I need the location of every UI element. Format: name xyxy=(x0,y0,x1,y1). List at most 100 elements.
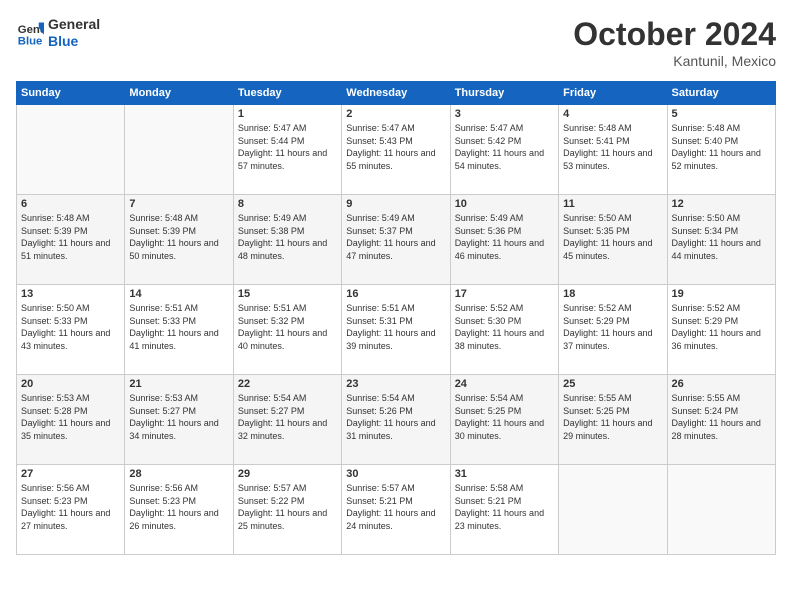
day-number: 22 xyxy=(238,378,337,390)
cell-content: Sunrise: 5:56 AM Sunset: 5:23 PM Dayligh… xyxy=(129,482,228,532)
calendar-cell: 20 Sunrise: 5:53 AM Sunset: 5:28 PM Dayl… xyxy=(17,375,125,465)
sunrise: Sunrise: 5:49 AM xyxy=(346,213,415,223)
calendar-cell xyxy=(559,465,667,555)
calendar-cell: 3 Sunrise: 5:47 AM Sunset: 5:42 PM Dayli… xyxy=(450,105,558,195)
day-number: 10 xyxy=(455,198,554,210)
calendar-cell: 4 Sunrise: 5:48 AM Sunset: 5:41 PM Dayli… xyxy=(559,105,667,195)
calendar-cell: 18 Sunrise: 5:52 AM Sunset: 5:29 PM Dayl… xyxy=(559,285,667,375)
cell-content: Sunrise: 5:51 AM Sunset: 5:32 PM Dayligh… xyxy=(238,302,337,352)
daylight: Daylight: 11 hours and 52 minutes. xyxy=(672,148,761,171)
cell-content: Sunrise: 5:49 AM Sunset: 5:38 PM Dayligh… xyxy=(238,212,337,262)
sunset: Sunset: 5:40 PM xyxy=(672,136,739,146)
daylight: Daylight: 11 hours and 26 minutes. xyxy=(129,508,218,531)
sunrise: Sunrise: 5:52 AM xyxy=(563,303,632,313)
daylight: Daylight: 11 hours and 45 minutes. xyxy=(563,238,652,261)
day-number: 5 xyxy=(672,108,771,120)
day-number: 17 xyxy=(455,288,554,300)
svg-text:Blue: Blue xyxy=(18,35,43,47)
daylight: Daylight: 11 hours and 48 minutes. xyxy=(238,238,327,261)
sunset: Sunset: 5:25 PM xyxy=(455,406,522,416)
daylight: Daylight: 11 hours and 32 minutes. xyxy=(238,418,327,441)
daylight: Daylight: 11 hours and 28 minutes. xyxy=(672,418,761,441)
sunrise: Sunrise: 5:54 AM xyxy=(455,393,524,403)
cell-content: Sunrise: 5:54 AM Sunset: 5:25 PM Dayligh… xyxy=(455,392,554,442)
day-number: 20 xyxy=(21,378,120,390)
daylight: Daylight: 11 hours and 41 minutes. xyxy=(129,328,218,351)
day-number: 9 xyxy=(346,198,445,210)
sunset: Sunset: 5:39 PM xyxy=(129,226,196,236)
sunset: Sunset: 5:21 PM xyxy=(455,496,522,506)
sunset: Sunset: 5:44 PM xyxy=(238,136,305,146)
daylight: Daylight: 11 hours and 57 minutes. xyxy=(238,148,327,171)
logo-text-general: General xyxy=(48,16,100,33)
calendar-cell: 1 Sunrise: 5:47 AM Sunset: 5:44 PM Dayli… xyxy=(233,105,341,195)
day-number: 11 xyxy=(563,198,662,210)
daylight: Daylight: 11 hours and 54 minutes. xyxy=(455,148,544,171)
day-number: 15 xyxy=(238,288,337,300)
calendar-cell: 27 Sunrise: 5:56 AM Sunset: 5:23 PM Dayl… xyxy=(17,465,125,555)
cell-content: Sunrise: 5:47 AM Sunset: 5:44 PM Dayligh… xyxy=(238,122,337,172)
weekday-header: Saturday xyxy=(667,82,775,105)
calendar-cell: 22 Sunrise: 5:54 AM Sunset: 5:27 PM Dayl… xyxy=(233,375,341,465)
sunset: Sunset: 5:43 PM xyxy=(346,136,413,146)
sunset: Sunset: 5:37 PM xyxy=(346,226,413,236)
daylight: Daylight: 11 hours and 23 minutes. xyxy=(455,508,544,531)
location: Kantunil, Mexico xyxy=(573,53,776,69)
sunset: Sunset: 5:39 PM xyxy=(21,226,88,236)
day-number: 16 xyxy=(346,288,445,300)
cell-content: Sunrise: 5:52 AM Sunset: 5:29 PM Dayligh… xyxy=(563,302,662,352)
day-number: 12 xyxy=(672,198,771,210)
sunrise: Sunrise: 5:50 AM xyxy=(21,303,90,313)
daylight: Daylight: 11 hours and 46 minutes. xyxy=(455,238,544,261)
calendar-cell: 9 Sunrise: 5:49 AM Sunset: 5:37 PM Dayli… xyxy=(342,195,450,285)
sunrise: Sunrise: 5:48 AM xyxy=(672,123,741,133)
sunrise: Sunrise: 5:58 AM xyxy=(455,483,524,493)
calendar-cell xyxy=(125,105,233,195)
day-number: 4 xyxy=(563,108,662,120)
cell-content: Sunrise: 5:49 AM Sunset: 5:36 PM Dayligh… xyxy=(455,212,554,262)
sunset: Sunset: 5:23 PM xyxy=(21,496,88,506)
day-number: 3 xyxy=(455,108,554,120)
cell-content: Sunrise: 5:50 AM Sunset: 5:34 PM Dayligh… xyxy=(672,212,771,262)
sunset: Sunset: 5:35 PM xyxy=(563,226,630,236)
weekday-header: Sunday xyxy=(17,82,125,105)
daylight: Daylight: 11 hours and 25 minutes. xyxy=(238,508,327,531)
cell-content: Sunrise: 5:51 AM Sunset: 5:31 PM Dayligh… xyxy=(346,302,445,352)
day-number: 2 xyxy=(346,108,445,120)
weekday-header: Thursday xyxy=(450,82,558,105)
calendar-cell: 24 Sunrise: 5:54 AM Sunset: 5:25 PM Dayl… xyxy=(450,375,558,465)
calendar-week-row: 1 Sunrise: 5:47 AM Sunset: 5:44 PM Dayli… xyxy=(17,105,776,195)
calendar-week-row: 20 Sunrise: 5:53 AM Sunset: 5:28 PM Dayl… xyxy=(17,375,776,465)
daylight: Daylight: 11 hours and 44 minutes. xyxy=(672,238,761,261)
sunset: Sunset: 5:28 PM xyxy=(21,406,88,416)
daylight: Daylight: 11 hours and 34 minutes. xyxy=(129,418,218,441)
daylight: Daylight: 11 hours and 29 minutes. xyxy=(563,418,652,441)
cell-content: Sunrise: 5:57 AM Sunset: 5:22 PM Dayligh… xyxy=(238,482,337,532)
calendar-cell: 10 Sunrise: 5:49 AM Sunset: 5:36 PM Dayl… xyxy=(450,195,558,285)
daylight: Daylight: 11 hours and 35 minutes. xyxy=(21,418,110,441)
calendar-cell: 5 Sunrise: 5:48 AM Sunset: 5:40 PM Dayli… xyxy=(667,105,775,195)
sunrise: Sunrise: 5:52 AM xyxy=(455,303,524,313)
calendar-week-row: 27 Sunrise: 5:56 AM Sunset: 5:23 PM Dayl… xyxy=(17,465,776,555)
sunrise: Sunrise: 5:51 AM xyxy=(346,303,415,313)
calendar-cell: 23 Sunrise: 5:54 AM Sunset: 5:26 PM Dayl… xyxy=(342,375,450,465)
cell-content: Sunrise: 5:51 AM Sunset: 5:33 PM Dayligh… xyxy=(129,302,228,352)
calendar-cell: 14 Sunrise: 5:51 AM Sunset: 5:33 PM Dayl… xyxy=(125,285,233,375)
calendar-cell: 6 Sunrise: 5:48 AM Sunset: 5:39 PM Dayli… xyxy=(17,195,125,285)
sunset: Sunset: 5:32 PM xyxy=(238,316,305,326)
day-number: 1 xyxy=(238,108,337,120)
day-number: 27 xyxy=(21,468,120,480)
sunrise: Sunrise: 5:54 AM xyxy=(346,393,415,403)
sunrise: Sunrise: 5:49 AM xyxy=(238,213,307,223)
sunset: Sunset: 5:29 PM xyxy=(672,316,739,326)
sunset: Sunset: 5:31 PM xyxy=(346,316,413,326)
cell-content: Sunrise: 5:56 AM Sunset: 5:23 PM Dayligh… xyxy=(21,482,120,532)
month-title: October 2024 xyxy=(573,16,776,53)
sunrise: Sunrise: 5:48 AM xyxy=(563,123,632,133)
calendar-cell: 12 Sunrise: 5:50 AM Sunset: 5:34 PM Dayl… xyxy=(667,195,775,285)
sunrise: Sunrise: 5:55 AM xyxy=(563,393,632,403)
calendar-week-row: 6 Sunrise: 5:48 AM Sunset: 5:39 PM Dayli… xyxy=(17,195,776,285)
sunrise: Sunrise: 5:53 AM xyxy=(129,393,198,403)
day-number: 8 xyxy=(238,198,337,210)
cell-content: Sunrise: 5:49 AM Sunset: 5:37 PM Dayligh… xyxy=(346,212,445,262)
